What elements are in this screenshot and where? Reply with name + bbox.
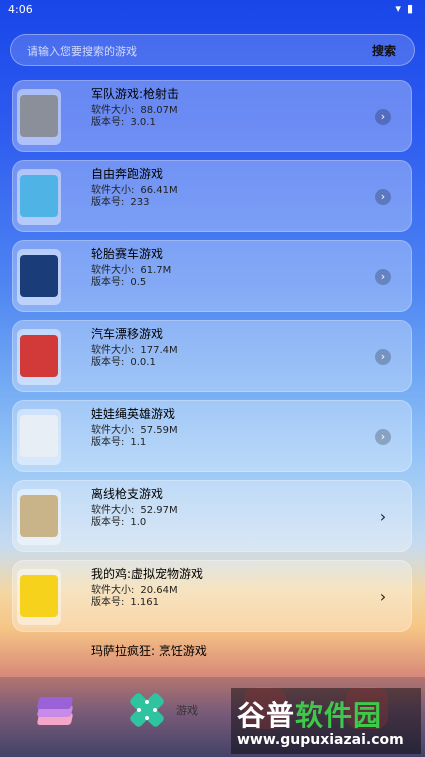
game-title: 汽车漂移游戏	[91, 327, 164, 341]
chevron-right-icon[interactable]: ›	[375, 589, 391, 605]
game-version: 版本号: 1.1	[91, 437, 147, 448]
layers-icon[interactable]	[34, 691, 74, 731]
game-card[interactable]: 轮胎赛车游戏 软件大小: 61.7M 版本号: 0.5 ›	[12, 240, 412, 312]
game-thumbnail	[17, 489, 61, 545]
game-version: 版本号: 0.5	[91, 277, 147, 288]
game-title: 我的鸡:虚拟宠物游戏	[91, 567, 204, 581]
game-title: 军队游戏:枪射击	[91, 87, 180, 101]
game-thumbnail	[17, 249, 61, 305]
game-version: 版本号: 233	[91, 197, 150, 208]
game-card[interactable]: 军队游戏:枪射击 软件大小: 88.07M 版本号: 3.0.1 ›	[12, 80, 412, 152]
game-title: 轮胎赛车游戏	[91, 247, 164, 261]
game-card[interactable]: 汽车漂移游戏 软件大小: 177.4M 版本号: 0.0.1 ›	[12, 320, 412, 392]
status-bar: 4:06 ▾ ▮	[0, 0, 425, 20]
status-time: 4:06	[8, 3, 33, 16]
chevron-right-icon[interactable]: ›	[375, 349, 391, 365]
game-thumbnail	[17, 169, 61, 225]
watermark-name: 谷普软件园	[237, 699, 383, 732]
chevron-right-icon[interactable]: ›	[375, 269, 391, 285]
search-input[interactable]: 请输入您要搜索的游戏	[27, 43, 137, 59]
game-version: 版本号: 0.0.1	[91, 357, 156, 368]
game-thumbnail	[17, 329, 61, 385]
search-bar[interactable]: 请输入您要搜索的游戏 搜索	[10, 34, 415, 66]
status-icons: ▾ ▮	[395, 2, 413, 15]
game-title: 自由奔跑游戏	[91, 167, 164, 181]
game-thumbnail	[17, 89, 61, 145]
chevron-right-icon[interactable]: ›	[375, 509, 391, 525]
game-version: 版本号: 1.0	[91, 517, 147, 528]
chevron-right-icon[interactable]: ›	[375, 189, 391, 205]
game-version: 版本号: 3.0.1	[91, 117, 156, 128]
game-thumbnail	[17, 569, 61, 625]
watermark-url: www.gupuxiazai.com	[237, 732, 404, 748]
search-button[interactable]: 搜索	[372, 42, 396, 59]
chevron-right-icon[interactable]: ›	[375, 429, 391, 445]
battery-icon: ▮	[406, 2, 413, 15]
wifi-icon: ▾	[395, 2, 401, 15]
game-card[interactable]: 娃娃绳英雄游戏 软件大小: 57.59M 版本号: 1.1 ›	[12, 400, 412, 472]
nav-label-game[interactable]: 游戏	[176, 702, 198, 718]
watermark: 谷普软件园 www.gupuxiazai.com	[231, 688, 421, 754]
game-card[interactable]: 自由奔跑游戏 软件大小: 66.41M 版本号: 233 ›	[12, 160, 412, 232]
chevron-right-icon[interactable]: ›	[375, 109, 391, 125]
game-thumbnail	[17, 409, 61, 465]
game-icon[interactable]	[128, 691, 166, 729]
game-card[interactable]: 离线枪支游戏 软件大小: 52.97M 版本号: 1.0 ›	[12, 480, 412, 552]
game-title-partial[interactable]: 玛萨拉疯狂: 烹饪游戏	[91, 642, 207, 659]
game-title: 娃娃绳英雄游戏	[91, 407, 176, 421]
game-card[interactable]: 我的鸡:虚拟宠物游戏 软件大小: 20.64M 版本号: 1.161 ›	[12, 560, 412, 632]
game-title: 离线枪支游戏	[91, 487, 164, 501]
game-version: 版本号: 1.161	[91, 597, 160, 608]
